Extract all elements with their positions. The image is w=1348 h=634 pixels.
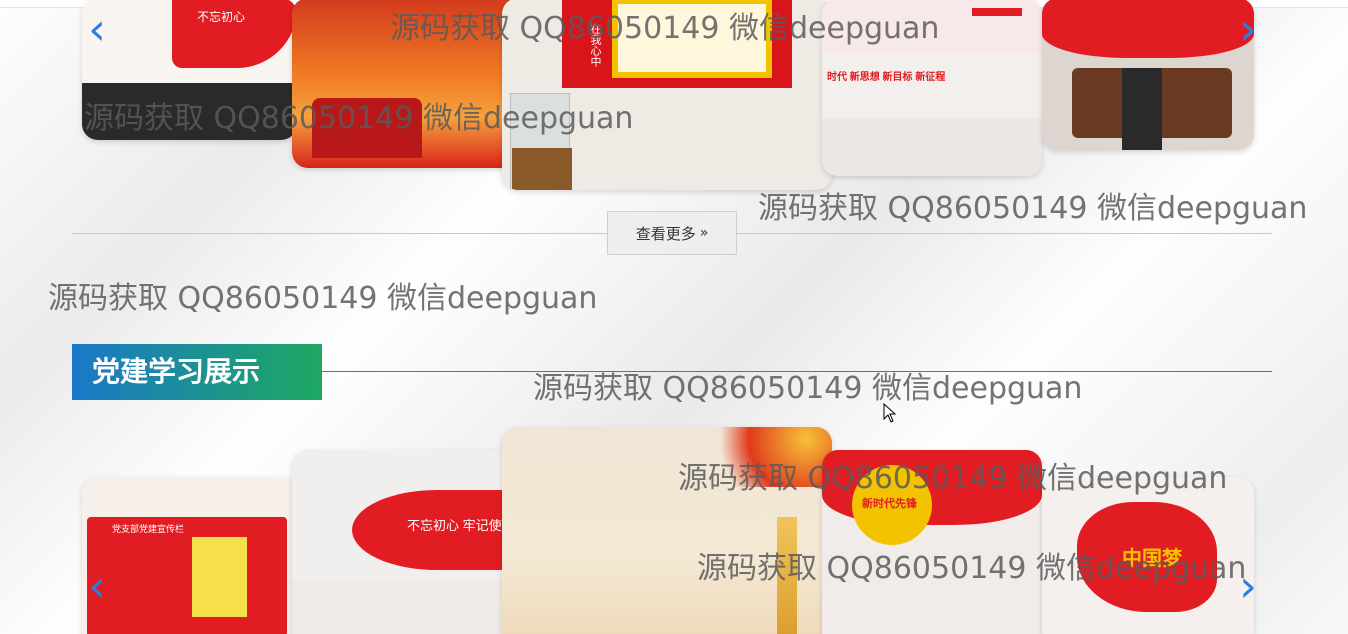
card-caption: 时代 新思想 新目标 新征程 bbox=[827, 72, 946, 83]
carousel-card[interactable]: 不忘初心 bbox=[82, 0, 297, 140]
view-more-label: 查看更多 bbox=[635, 225, 696, 243]
prev-arrow[interactable]: ‹ bbox=[82, 565, 112, 609]
carousel-card[interactable]: 时代 新思想 新目标 新征程 bbox=[822, 0, 1042, 176]
bottom-carousel: 党支部党建宣传栏 不忘初心 牢记使命 新时代先锋 中国梦 bbox=[82, 425, 1254, 634]
top-carousel: 不忘初心 在我心中 时代 新思想 新目标 新征程 bbox=[82, 0, 1254, 192]
carousel-card[interactable] bbox=[1042, 0, 1254, 150]
carousel-card[interactable]: 党支部党建宣传栏 bbox=[82, 477, 297, 634]
card-caption: 不忘初心 牢记使命 bbox=[407, 518, 515, 533]
card-caption: 党支部党建宣传栏 bbox=[112, 524, 185, 534]
carousel-card[interactable] bbox=[502, 427, 832, 634]
next-arrow[interactable]: › bbox=[1233, 8, 1263, 52]
carousel-card[interactable]: 在我心中 bbox=[502, 0, 832, 190]
prev-arrow[interactable]: ‹ bbox=[82, 8, 112, 52]
card-caption: 新时代先锋 bbox=[862, 498, 917, 510]
view-more-button[interactable]: 查看更多 » bbox=[607, 211, 737, 255]
carousel-card[interactable]: 中国梦 bbox=[1042, 477, 1254, 634]
card-caption: 在我心中 bbox=[589, 23, 601, 67]
section-divider bbox=[322, 371, 1272, 372]
carousel-card[interactable]: 新时代先锋 bbox=[822, 450, 1042, 634]
carousel-card[interactable] bbox=[292, 0, 522, 168]
card-caption: 不忘初心 bbox=[197, 10, 246, 24]
card-caption: 中国梦 bbox=[1122, 548, 1182, 570]
mouse-cursor-icon bbox=[883, 403, 897, 423]
section-title: 党建学习展示 bbox=[72, 344, 322, 400]
double-chevron-right-icon: » bbox=[699, 225, 709, 241]
next-arrow[interactable]: › bbox=[1233, 565, 1263, 609]
carousel-card[interactable]: 不忘初心 牢记使命 bbox=[292, 450, 522, 634]
